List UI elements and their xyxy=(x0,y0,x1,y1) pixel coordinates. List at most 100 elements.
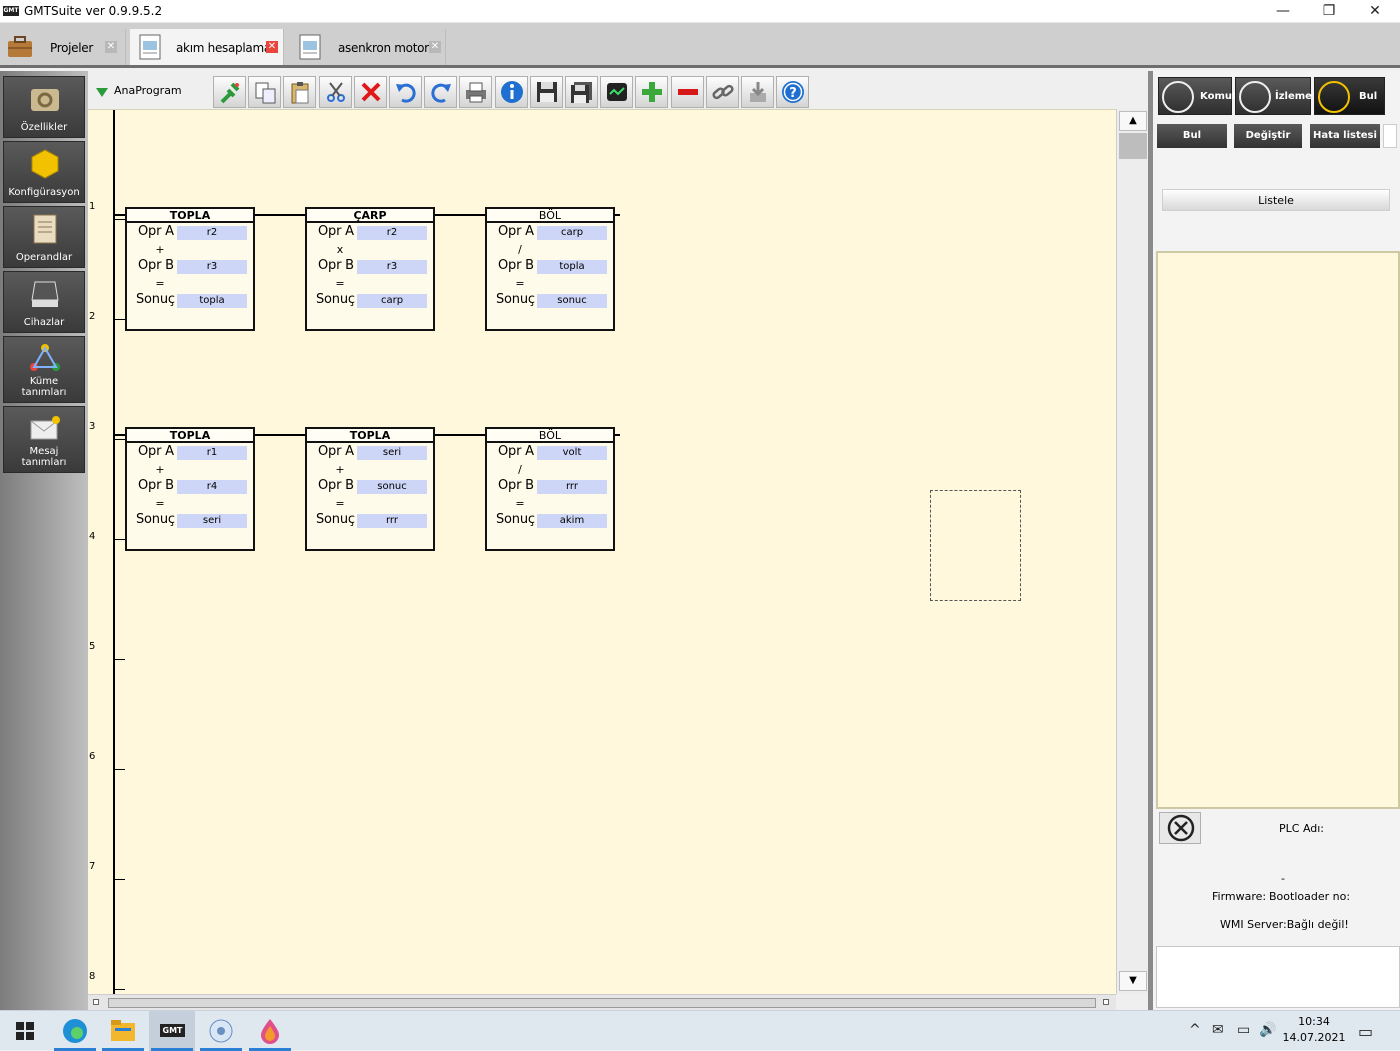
sidebar-item-label: Cihazlar xyxy=(23,317,65,328)
operand-b-label: Opr B xyxy=(498,478,534,493)
sidebar-item-ozellikler[interactable]: Özellikler xyxy=(3,76,85,138)
close-tab-icon[interactable]: ✕ xyxy=(429,41,441,53)
operand-a-field[interactable]: r2 xyxy=(357,226,427,240)
taskbar-gmt[interactable]: GMT xyxy=(149,1011,195,1051)
function-block[interactable]: TOPLA Opr Aseri + Opr Bsonuc = Sonuç rrr xyxy=(305,427,435,551)
taskbar-drop-app[interactable] xyxy=(247,1011,293,1051)
operand-b-field[interactable]: r4 xyxy=(177,480,247,494)
function-block[interactable]: BÖL Opr Avolt / Opr Brrr = Sonuç akim xyxy=(485,427,615,551)
operand-a-field[interactable]: volt xyxy=(537,446,607,460)
sidebar-item-operandlar[interactable]: Operandlar xyxy=(3,206,85,268)
scroll-down-button[interactable]: ▼ xyxy=(1119,971,1147,991)
help-button[interactable]: ? xyxy=(776,76,810,108)
download-button[interactable] xyxy=(741,76,774,108)
result-field[interactable]: rrr xyxy=(357,514,427,528)
close-tab-icon[interactable]: ✕ xyxy=(105,41,117,53)
vertical-scroll-thumb[interactable] xyxy=(1119,133,1147,159)
find-button[interactable]: Bul xyxy=(1157,124,1227,148)
paste-button[interactable] xyxy=(283,76,317,108)
monitor-button[interactable] xyxy=(600,76,634,108)
search-input[interactable] xyxy=(1383,124,1397,148)
tab-komut[interactable]: Komut xyxy=(1158,77,1237,115)
horizontal-scrollbar[interactable] xyxy=(88,994,1116,1010)
input-indicator-icon[interactable]: ✉ xyxy=(1212,1022,1224,1038)
file-explorer-icon xyxy=(111,1020,135,1041)
cut-button[interactable] xyxy=(318,76,352,108)
right-panel: Komut İzleme Bul Bul Değiştir Hata liste… xyxy=(1148,71,1400,1010)
undo-button[interactable] xyxy=(389,76,422,108)
operand-a-field[interactable]: carp xyxy=(537,226,607,240)
delete-icon xyxy=(361,82,381,102)
volume-icon[interactable]: 🔊 xyxy=(1259,1022,1276,1038)
row-number: 5 xyxy=(89,641,96,652)
result-field[interactable]: sonuc xyxy=(537,294,607,308)
operand-a-field[interactable]: r2 xyxy=(177,226,247,240)
tab-label: İzleme xyxy=(1275,91,1312,102)
clock[interactable]: 10:34 14.07.2021 xyxy=(1282,1014,1346,1046)
envelope-icon xyxy=(30,416,60,440)
sidebar-item-cihazlar[interactable]: Cihazlar xyxy=(3,271,85,333)
vertical-scrollbar[interactable]: ▲ ▼ xyxy=(1116,109,1148,994)
taskbar-file-explorer[interactable] xyxy=(100,1011,146,1051)
tab-projeler[interactable]: Projeler ✕ xyxy=(0,29,126,65)
tray-overflow-icon[interactable]: ^ xyxy=(1189,1022,1201,1038)
save-all-button[interactable] xyxy=(565,76,598,108)
sidebar-item-kume-tanimlari[interactable]: Küme tanımları xyxy=(3,336,85,403)
close-window-button[interactable]: ✕ xyxy=(1352,0,1398,22)
windows-start-button[interactable] xyxy=(2,1011,48,1051)
rung-tick xyxy=(115,989,125,990)
result-field[interactable]: seri xyxy=(177,514,247,528)
link-button[interactable] xyxy=(705,76,739,108)
save-button[interactable] xyxy=(529,76,563,108)
tab-izleme[interactable]: İzleme xyxy=(1235,77,1312,115)
operand-b-field[interactable]: topla xyxy=(537,260,607,274)
operand-b-field[interactable]: r3 xyxy=(177,260,247,274)
tab-akim-hesaplama[interactable]: akım hesaplama ✕ xyxy=(130,29,284,65)
operand-b-field[interactable]: rrr xyxy=(537,480,607,494)
operand-a-field[interactable]: r1 xyxy=(177,446,247,460)
error-list-button[interactable]: Hata listesi xyxy=(1310,124,1380,148)
result-field[interactable]: carp xyxy=(357,294,427,308)
add-button[interactable] xyxy=(635,76,669,108)
taskbar-app[interactable] xyxy=(198,1011,244,1051)
scroll-up-button[interactable]: ▲ xyxy=(1119,111,1147,131)
copy-button[interactable] xyxy=(248,76,282,108)
delete-button[interactable] xyxy=(353,76,387,108)
result-field[interactable]: topla xyxy=(177,294,247,308)
sidebar-item-label: Operandlar xyxy=(15,252,73,263)
function-block[interactable]: TOPLA Opr Ar2 + Opr Br3 = Sonuç topla xyxy=(125,207,255,331)
maximize-button[interactable]: ❐ xyxy=(1306,0,1352,22)
gmt-icon: GMT xyxy=(160,1024,185,1037)
redo-button[interactable] xyxy=(424,76,458,108)
network-icon[interactable]: ▭ xyxy=(1237,1022,1250,1038)
taskbar: GMT ^ ✉ ▭ 🔊 10:34 14.07.2021 ▭ xyxy=(0,1010,1400,1051)
function-block[interactable]: ÇARP Opr Ar2 x Opr Br3 = Sonuç carp xyxy=(305,207,435,331)
remove-button[interactable] xyxy=(670,76,704,108)
minimize-button[interactable]: — xyxy=(1260,0,1306,22)
function-block[interactable]: TOPLA Opr Ar1 + Opr Br4 = Sonuç seri xyxy=(125,427,255,551)
sidebar-item-mesaj-tanimlari[interactable]: Mesaj tanımları xyxy=(3,406,85,473)
operand-b-field[interactable]: r3 xyxy=(357,260,427,274)
horizontal-scroll-thumb[interactable] xyxy=(108,998,1096,1008)
sidebar-item-konfigurasyon[interactable]: Konfigürasyon xyxy=(3,141,85,203)
operand-a-field[interactable]: seri xyxy=(357,446,427,460)
log-box[interactable] xyxy=(1156,946,1400,1008)
operand-b-field[interactable]: sonuc xyxy=(357,480,427,494)
search-results-list[interactable] xyxy=(1156,251,1400,809)
taskbar-edge[interactable] xyxy=(52,1011,98,1051)
close-tab-icon[interactable]: ✕ xyxy=(266,41,278,53)
tab-bul[interactable]: Bul xyxy=(1314,77,1385,115)
notification-icon[interactable]: ▭ xyxy=(1358,1022,1373,1041)
print-button[interactable] xyxy=(459,76,493,108)
tab-asenkron-motor[interactable]: asenkron motor ✕ xyxy=(290,29,446,65)
info-button[interactable] xyxy=(494,76,528,108)
function-block[interactable]: BÖL Opr Acarp / Opr Btopla = Sonuç sonuc xyxy=(485,207,615,331)
close-circle-icon xyxy=(1167,814,1195,842)
list-button[interactable]: Listele xyxy=(1162,189,1390,211)
disconnect-button[interactable] xyxy=(1159,812,1201,844)
program-select[interactable]: AnaProgram xyxy=(93,81,208,103)
result-field[interactable]: akim xyxy=(537,514,607,528)
replace-button[interactable]: Değiştir xyxy=(1234,124,1302,148)
ladder-canvas[interactable]: 12345678 TOPLA Opr Ar2 + Opr Br3 = Sonuç topla… xyxy=(88,109,1116,994)
connect-button[interactable] xyxy=(213,76,246,108)
